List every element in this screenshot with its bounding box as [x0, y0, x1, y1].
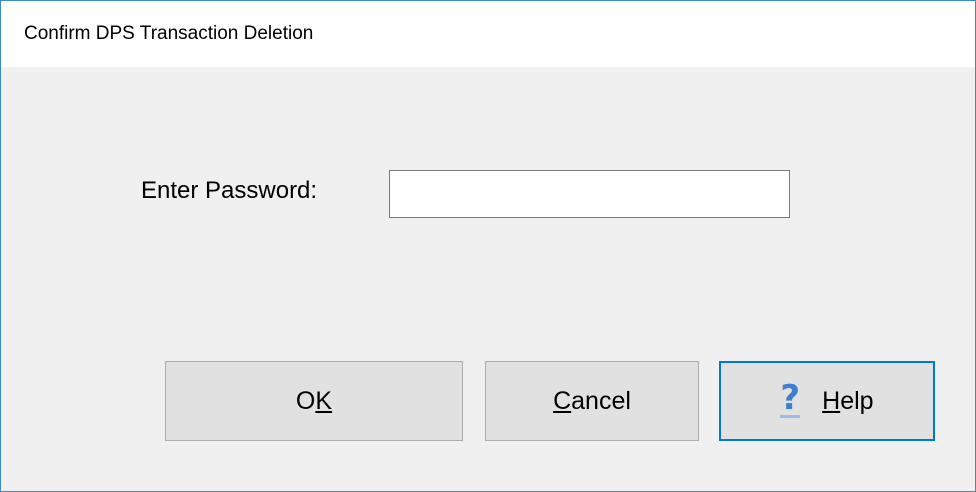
dialog-title: Confirm DPS Transaction Deletion — [24, 23, 314, 44]
ok-button[interactable]: OK — [165, 361, 463, 441]
dialog-window: Confirm DPS Transaction Deletion Enter P… — [0, 0, 976, 492]
cancel-label: Cancel — [553, 386, 631, 415]
password-input[interactable] — [389, 170, 790, 218]
help-button[interactable]: ? Help — [719, 361, 935, 441]
title-bar[interactable]: Confirm DPS Transaction Deletion — [1, 1, 975, 67]
password-label: Enter Password: — [141, 177, 318, 204]
ok-label: OK — [295, 386, 333, 415]
cancel-button[interactable]: Cancel — [485, 361, 699, 441]
help-label: Help — [822, 386, 874, 415]
help-question-icon: ? — [780, 377, 801, 418]
